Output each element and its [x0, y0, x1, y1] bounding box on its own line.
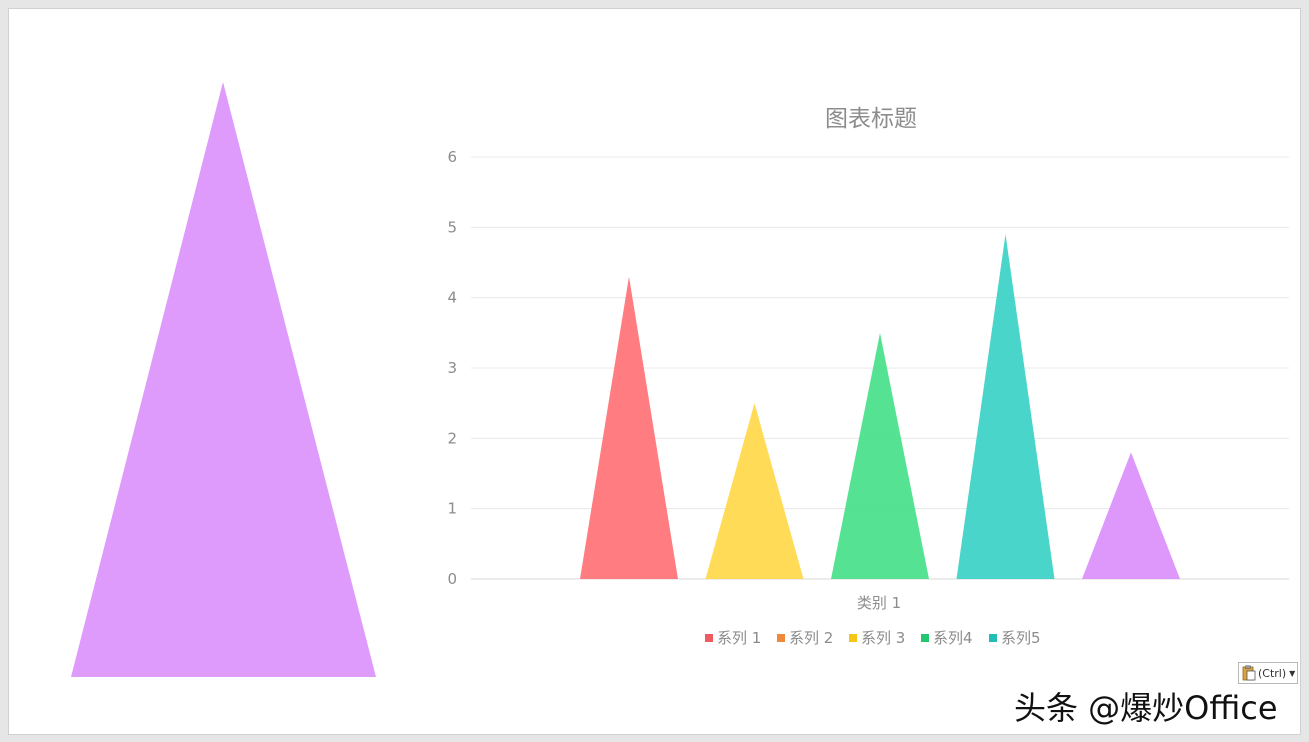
legend-item[interactable]: 系列 3 — [849, 629, 905, 647]
bar-5[interactable] — [1082, 452, 1180, 579]
y-tick-label: 1 — [447, 500, 457, 518]
legend-swatch — [989, 634, 997, 642]
bar-4[interactable] — [956, 234, 1055, 579]
y-axis-ticks: 0 1 2 3 4 5 6 — [447, 148, 457, 588]
legend-swatch — [705, 634, 713, 642]
legend-label: 系列4 — [933, 629, 973, 647]
bar-3[interactable] — [831, 332, 929, 579]
legend-label: 系列 3 — [861, 629, 905, 647]
legend-item[interactable]: 系列4 — [921, 629, 973, 647]
legend-swatch — [777, 634, 785, 642]
y-tick-label: 6 — [447, 148, 457, 166]
y-tick-label: 3 — [447, 359, 457, 377]
legend[interactable]: 系列 1 系列 2 系列 3 系列4 系列5 — [705, 629, 1041, 647]
legend-item[interactable]: 系列 1 — [705, 629, 761, 647]
clipboard-icon — [1242, 665, 1256, 681]
y-tick-label: 0 — [447, 570, 457, 588]
y-tick-label: 4 — [447, 289, 457, 307]
watermark-text: 头条 @爆炒Office — [1014, 689, 1278, 727]
legend-label: 系列5 — [1001, 629, 1041, 647]
legend-item[interactable]: 系列 2 — [777, 629, 833, 647]
paste-options-label: (Ctrl) — [1258, 666, 1287, 680]
paste-options-button[interactable]: (Ctrl) ▼ — [1238, 662, 1298, 684]
bar-1[interactable] — [580, 276, 678, 579]
legend-swatch — [849, 634, 857, 642]
legend-label: 系列 1 — [717, 629, 761, 647]
chart[interactable]: 图表标题 0 1 2 3 4 5 6 类别 1 系列 1 系列 2 系列 3 系列4 系列5 — [9, 9, 1302, 736]
legend-label: 系列 2 — [789, 629, 833, 647]
y-tick-label: 2 — [447, 429, 457, 447]
y-tick-label: 5 — [447, 218, 457, 236]
bar-2[interactable] — [705, 403, 804, 579]
slide: 图表标题 0 1 2 3 4 5 6 类别 1 系列 1 系列 2 系列 3 系列4 系列5 — [8, 8, 1301, 735]
legend-swatch — [921, 634, 929, 642]
chevron-down-icon: ▼ — [1289, 668, 1296, 678]
legend-item[interactable]: 系列5 — [989, 629, 1041, 647]
chart-title[interactable]: 图表标题 — [825, 106, 917, 132]
bars — [580, 234, 1180, 579]
category-label: 类别 1 — [857, 594, 901, 612]
